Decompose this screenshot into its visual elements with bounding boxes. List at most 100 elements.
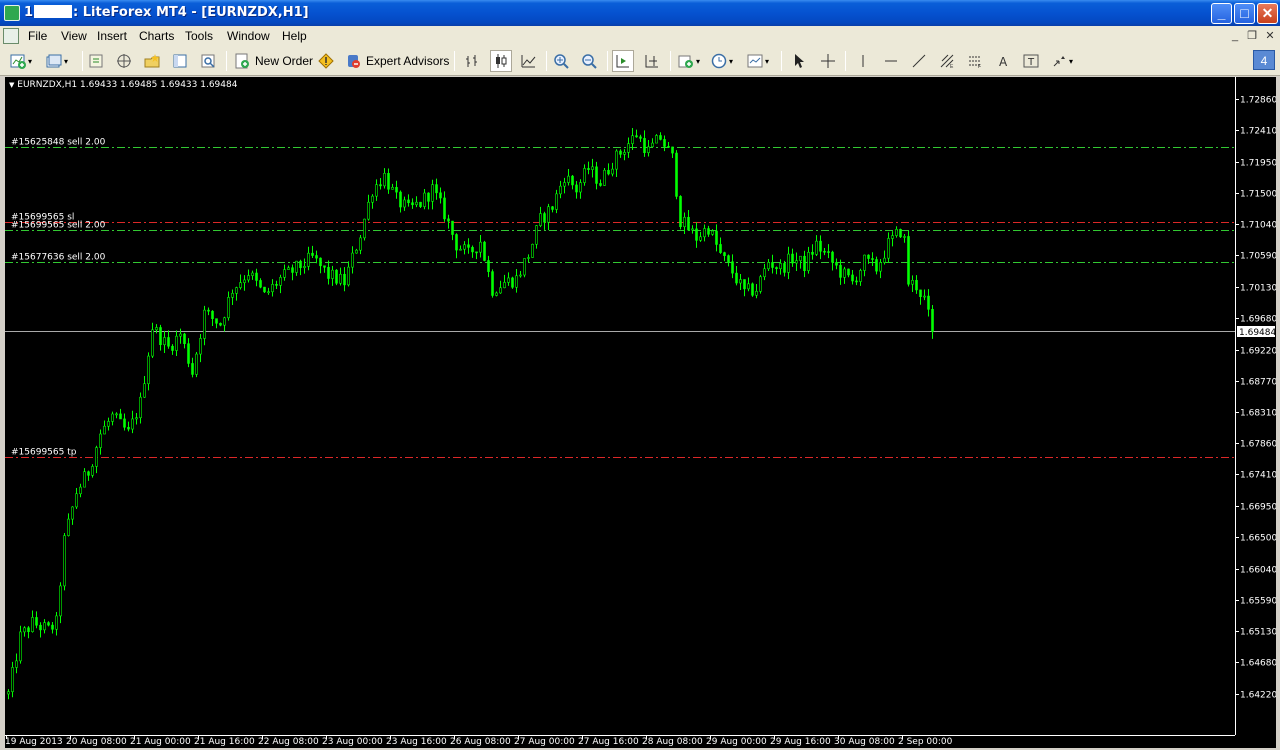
svg-text:E: E [950, 64, 954, 69]
candle-body [791, 253, 794, 264]
candle-body [363, 218, 366, 239]
horizontal-line-button[interactable] [883, 50, 899, 72]
candle-body [435, 184, 438, 194]
candle-body [563, 182, 566, 187]
menu-view[interactable]: View [61, 29, 87, 43]
menu-charts[interactable]: Charts [139, 29, 174, 43]
price-tick-label: 1.69680 [1240, 315, 1276, 325]
maximize-button[interactable]: □ [1234, 3, 1255, 24]
minimize-button[interactable]: _ [1211, 3, 1232, 24]
menu-file[interactable]: File [28, 29, 47, 43]
data-window-icon [144, 54, 160, 68]
mdi-minimize-button[interactable]: _ [1228, 29, 1242, 43]
candle-body [851, 274, 854, 282]
strategy-tester-button[interactable] [200, 50, 216, 72]
metaeditor-button[interactable] [318, 50, 334, 72]
close-button[interactable]: ✕ [1257, 3, 1278, 24]
menu-help[interactable]: Help [282, 29, 307, 43]
new-order-button[interactable]: New Order [234, 50, 313, 72]
menu-insert[interactable]: Insert [97, 29, 127, 43]
navigator-button[interactable] [116, 50, 132, 72]
new-chart-button[interactable]: ▾ [10, 50, 32, 72]
price-tick-label: 1.68310 [1240, 409, 1276, 419]
candle-body [715, 230, 718, 245]
autoscroll-button[interactable] [612, 50, 634, 72]
candle-body [463, 244, 466, 250]
window-count-badge[interactable]: 4 [1253, 50, 1275, 70]
candle-body [547, 206, 550, 223]
candlestick-icon [496, 54, 507, 68]
price-tick-label: 1.67860 [1240, 440, 1276, 450]
chart-window[interactable]: #15625848 sell 2.00 #15699565 sl #15699565… [5, 77, 1276, 748]
document-icon[interactable] [3, 28, 19, 44]
market-watch-button[interactable] [88, 50, 104, 72]
time-tick-label: 23 Aug 00:00 [322, 737, 383, 747]
line-chart-button[interactable] [520, 50, 536, 72]
candle-body [359, 237, 362, 251]
mdi-restore-button[interactable]: ❐ [1245, 29, 1259, 43]
candle-body [587, 168, 590, 170]
candlestick-button[interactable] [490, 50, 512, 72]
time-tick-label: 23 Aug 16:00 [386, 737, 447, 747]
crosshair-button[interactable] [820, 50, 836, 72]
candle-body [315, 255, 318, 259]
profiles-button[interactable]: ▾ [46, 50, 68, 72]
candle-body [251, 272, 254, 276]
templates-button[interactable]: ▾ [747, 50, 769, 72]
candle-body [103, 425, 106, 435]
indicators-button[interactable]: ▾ [678, 50, 700, 72]
app-icon [4, 5, 20, 21]
candle-body [87, 471, 90, 476]
candle-body [871, 258, 874, 260]
text-label-button[interactable]: T [1023, 50, 1039, 72]
candle-body [187, 343, 190, 364]
mdi-close-button[interactable]: ✕ [1263, 29, 1277, 43]
text-button[interactable]: A [995, 50, 1011, 72]
candle-body [571, 175, 574, 186]
price-tick-label: 1.69220 [1240, 347, 1276, 357]
candle-body [839, 264, 842, 278]
time-tick-label: 21 Aug 00:00 [130, 737, 191, 747]
candle-body [355, 249, 358, 254]
candle-body [679, 196, 682, 228]
expert-advisors-button[interactable]: Expert Advisors [345, 50, 449, 72]
menu-window[interactable]: Window [227, 29, 270, 43]
channel-button[interactable]: F [967, 50, 983, 72]
vertical-line-button[interactable] [855, 50, 871, 72]
chart-shift-button[interactable] [644, 50, 660, 72]
zoom-in-button[interactable] [553, 50, 569, 72]
zoom-out-button[interactable] [581, 50, 597, 72]
zoom-out-icon [582, 54, 597, 69]
candle-body [847, 268, 850, 276]
candle-body [7, 691, 10, 695]
candle-body [651, 142, 654, 148]
menu-tools[interactable]: Tools [185, 29, 213, 43]
indicators-icon [678, 55, 693, 68]
price-chart[interactable]: #15625848 sell 2.00#15699565 sl#15699565… [5, 77, 1276, 748]
candle-body [291, 267, 294, 273]
candle-body [855, 280, 858, 283]
svg-text:F: F [978, 64, 981, 69]
data-window-button[interactable] [144, 50, 160, 72]
candle-body [31, 617, 34, 632]
bar-chart-button[interactable] [464, 50, 480, 72]
cursor-icon [795, 54, 804, 68]
candle-body [255, 272, 258, 281]
fibonacci-button[interactable]: E [939, 50, 955, 72]
candle-body [751, 283, 754, 296]
candle-body [151, 329, 154, 357]
candle-body [639, 136, 642, 139]
candle-body [411, 202, 414, 206]
fibonacci-icon: E [940, 54, 954, 69]
arrows-button[interactable]: ▾ [1051, 50, 1073, 72]
cursor-button[interactable] [791, 50, 807, 72]
periods-button[interactable]: ▾ [711, 50, 733, 72]
candle-body [687, 216, 690, 231]
candle-body [907, 236, 910, 285]
candle-body [159, 327, 162, 346]
trendline-button[interactable] [911, 50, 927, 72]
candle-body [735, 272, 738, 284]
terminal-button[interactable] [172, 50, 188, 72]
candle-body [247, 275, 250, 281]
candle-body [211, 310, 214, 319]
